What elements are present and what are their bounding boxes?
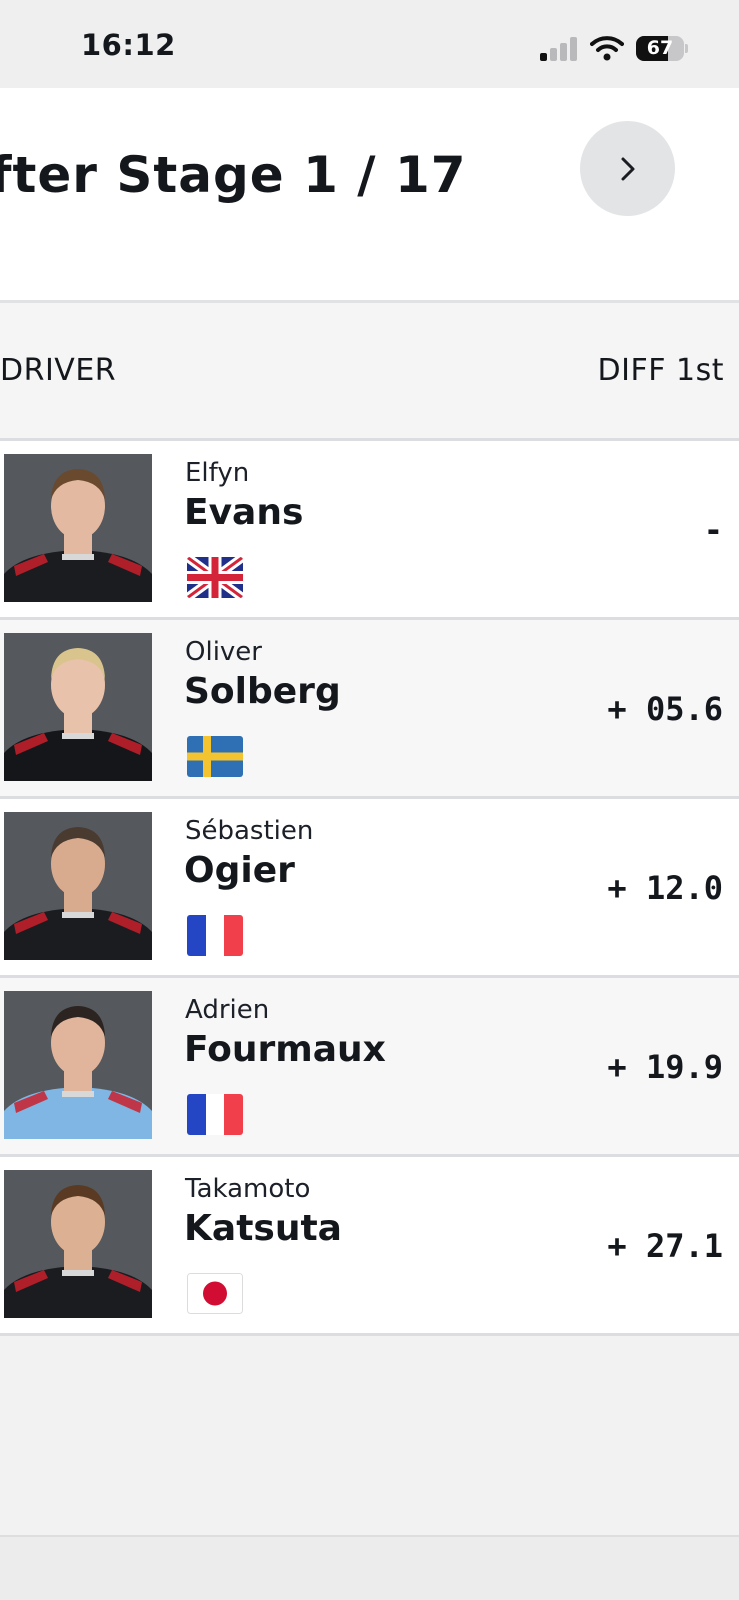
column-header-driver: DRIVER — [0, 353, 117, 388]
status-bar: 16:12 67 — [0, 0, 739, 88]
page-title: After Stage 1 / 17 — [0, 146, 467, 204]
flag-se-icon — [187, 736, 243, 777]
time-diff: + 19.9 — [607, 1048, 723, 1086]
driver-first-name: Takamoto — [185, 1174, 311, 1204]
next-stage-button[interactable] — [580, 121, 675, 216]
driver-first-name: Sébastien — [185, 816, 314, 846]
driver-photo — [4, 991, 152, 1139]
driver-row[interactable]: Oliver Solberg + 05.6 — [0, 620, 739, 799]
driver-last-name: Solberg — [184, 671, 341, 712]
flag-fr-icon — [187, 915, 243, 956]
driver-last-name: Fourmaux — [184, 1029, 386, 1070]
flag-jp-icon — [187, 1273, 243, 1314]
driver-photo — [4, 633, 152, 781]
driver-first-name: Oliver — [185, 637, 262, 667]
battery-icon: 67 — [636, 36, 688, 61]
column-header-diff: DIFF 1st — [597, 353, 724, 388]
driver-last-name: Ogier — [184, 850, 295, 891]
driver-row[interactable]: Takamoto Katsuta + 27.1 — [0, 1157, 739, 1336]
driver-row[interactable]: Adrien Fourmaux + 19.9 — [0, 978, 739, 1157]
driver-photo — [4, 454, 152, 602]
time-diff: + 12.0 — [607, 869, 723, 907]
battery-percent: 67 — [646, 37, 674, 59]
stage-header: After Stage 1 / 17 — [0, 88, 739, 303]
driver-row[interactable]: Sébastien Ogier + 12.0 — [0, 799, 739, 978]
driver-first-name: Adrien — [185, 995, 270, 1025]
bottom-bar — [0, 1535, 739, 1600]
driver-last-name: Evans — [184, 492, 304, 533]
standings-list: Elfyn Evans - Oliver Solberg + 05.6 Sébastien O… — [0, 441, 739, 1336]
cellular-signal-icon — [540, 36, 578, 61]
time-diff: + 05.6 — [607, 690, 723, 728]
table-header: DRIVER DIFF 1st — [0, 303, 739, 441]
driver-photo — [4, 1170, 152, 1318]
driver-row[interactable]: Elfyn Evans - — [0, 441, 739, 620]
driver-last-name: Katsuta — [184, 1208, 342, 1249]
wifi-icon — [590, 34, 624, 62]
time-diff: - — [703, 511, 723, 549]
flag-fr-icon — [187, 1094, 243, 1135]
time-diff: + 27.1 — [607, 1227, 723, 1265]
status-time: 16:12 — [81, 28, 176, 62]
driver-first-name: Elfyn — [185, 458, 250, 488]
flag-uk-icon — [187, 557, 243, 598]
chevron-right-icon — [621, 157, 634, 180]
driver-photo — [4, 812, 152, 960]
